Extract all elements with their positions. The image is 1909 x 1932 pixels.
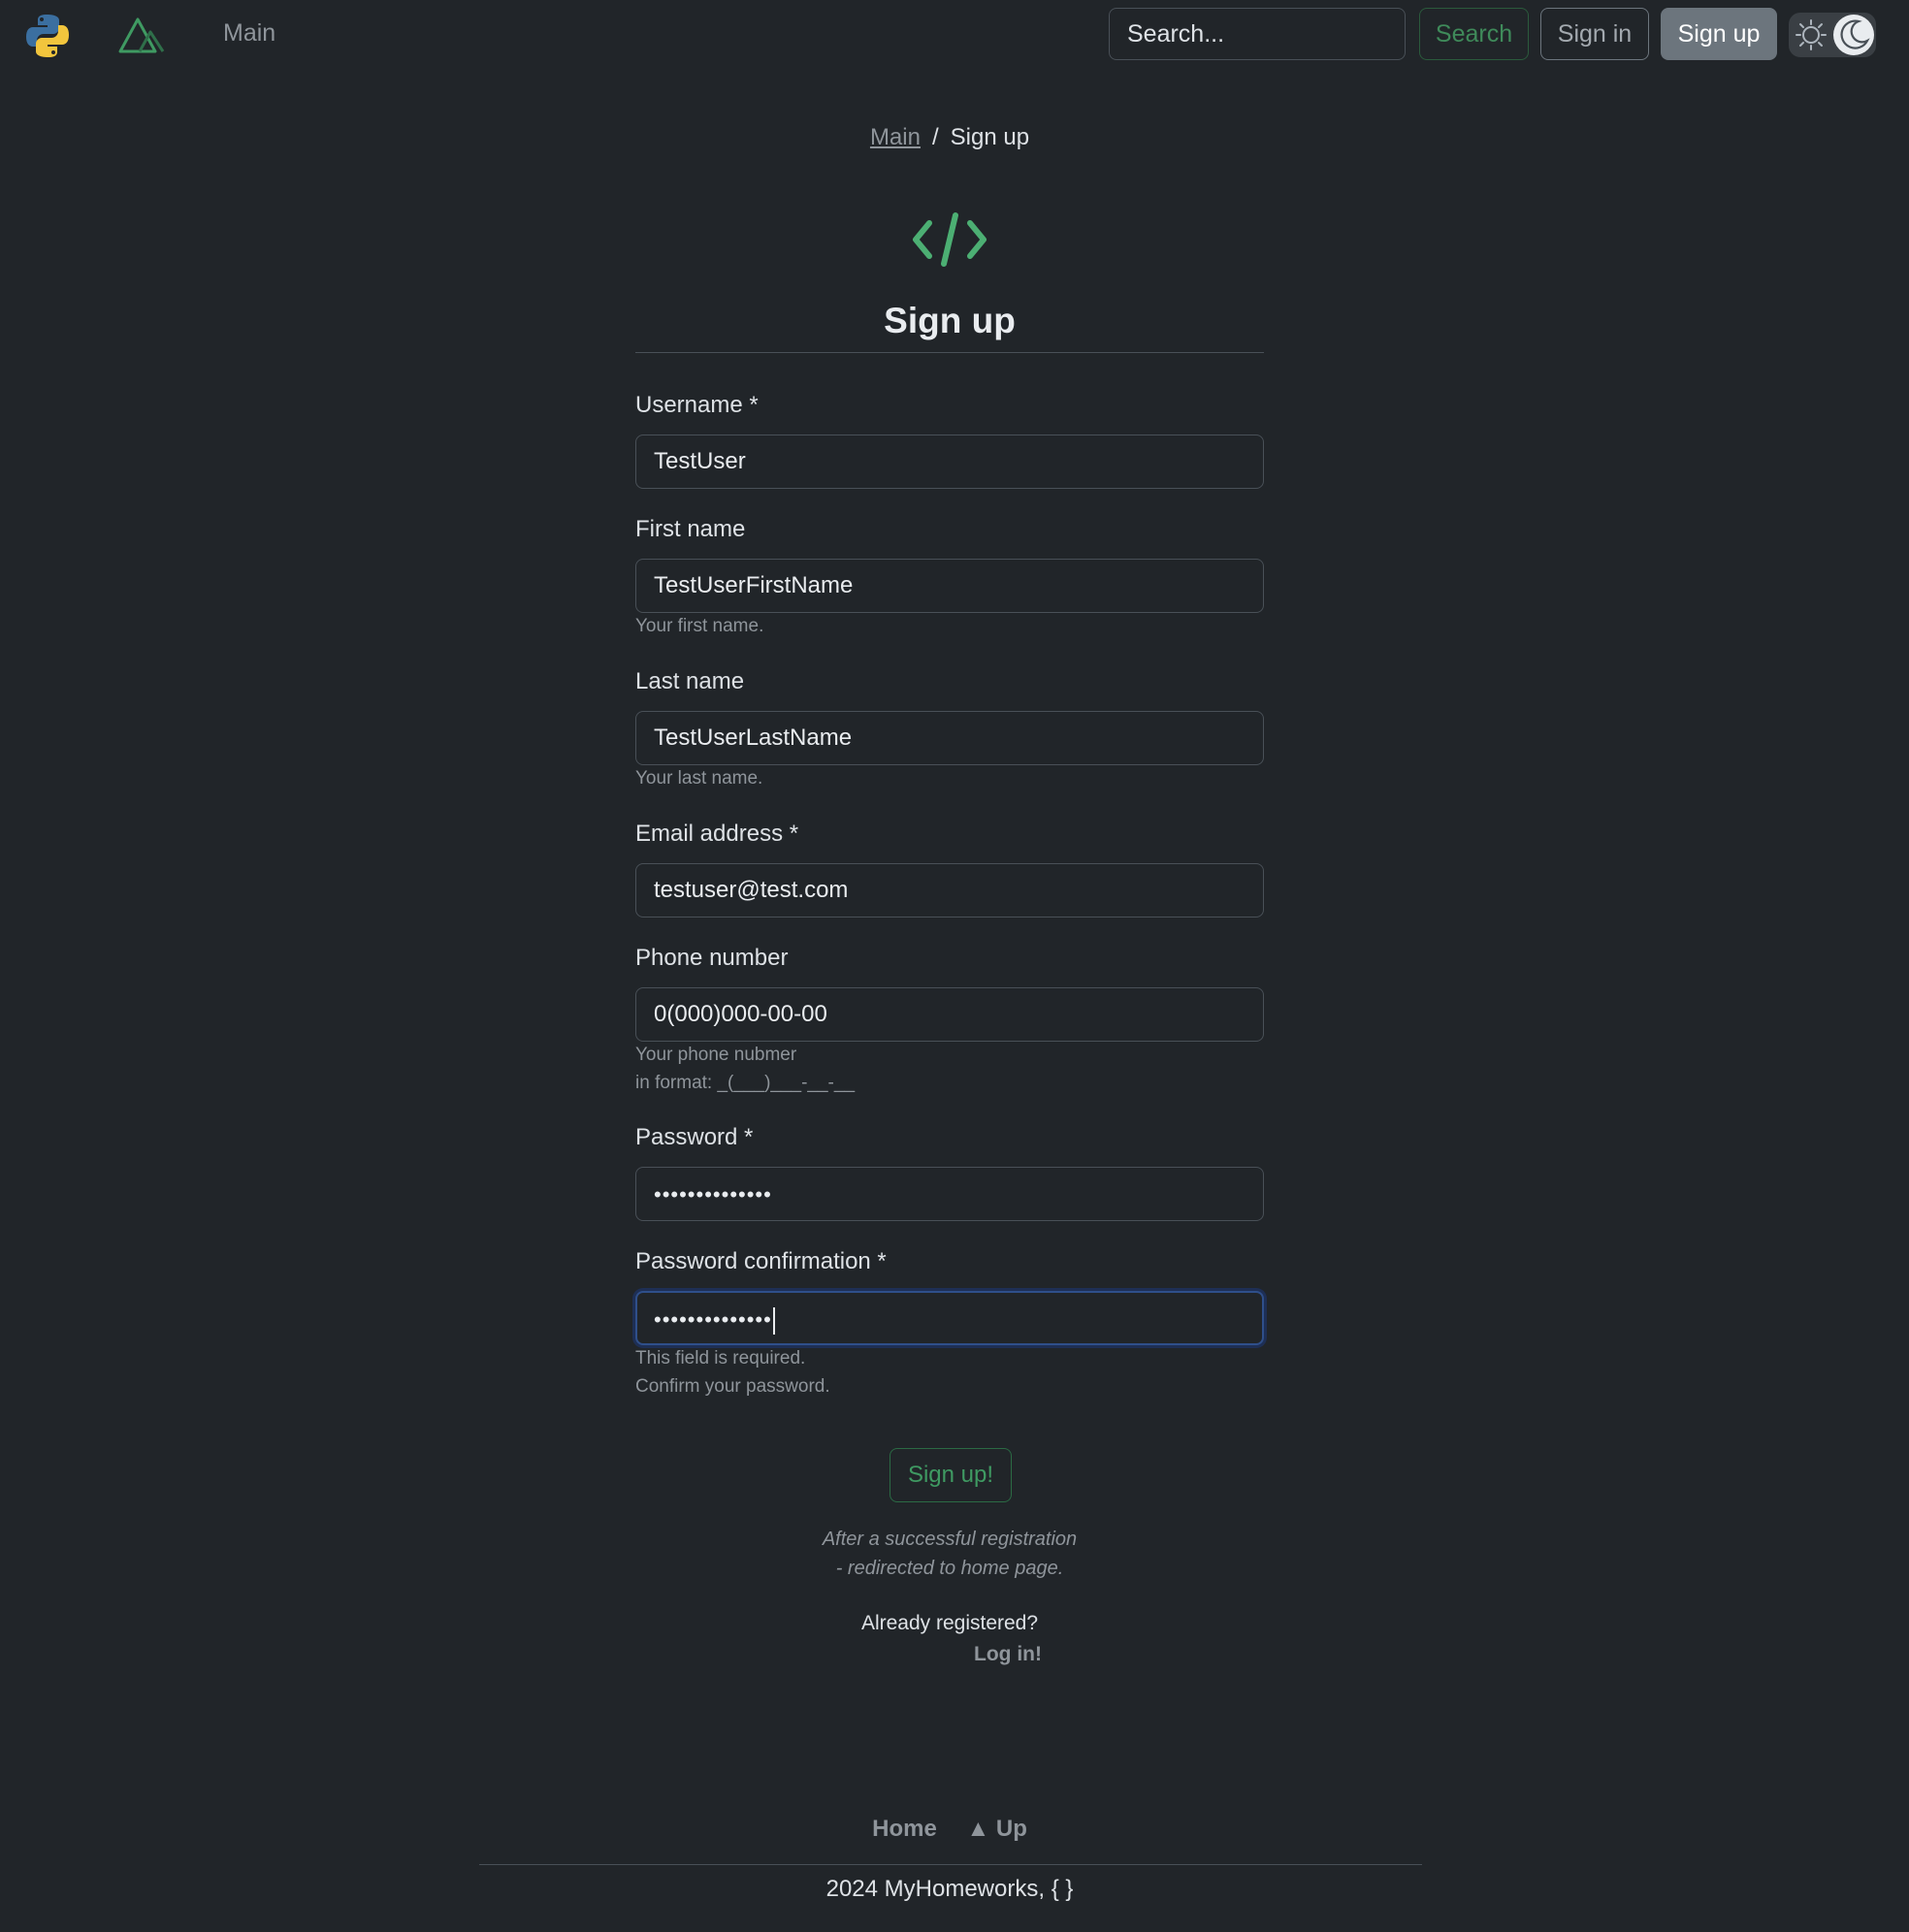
breadcrumb-main-link[interactable]: Main xyxy=(870,124,921,150)
navbar: Main Search Sign in Sign up xyxy=(0,0,1909,70)
nav-main-link[interactable]: Main xyxy=(223,19,275,48)
code-icon xyxy=(913,212,987,267)
username-field[interactable] xyxy=(635,435,1264,489)
password-label: Password * xyxy=(635,1124,754,1150)
search-input[interactable] xyxy=(1109,8,1406,60)
title-divider xyxy=(635,352,1264,353)
password-field[interactable]: •••••••••••••• xyxy=(635,1167,1264,1221)
already-registered-text: Already registered? xyxy=(860,1612,1039,1634)
breadcrumb: Main / Sign up xyxy=(0,124,1899,151)
mountain-logo-icon[interactable] xyxy=(118,16,165,54)
password-confirmation-field[interactable]: •••••••••••••• xyxy=(635,1291,1264,1345)
moon-button[interactable] xyxy=(1833,15,1874,55)
text-caret xyxy=(772,1307,775,1336)
phone-label: Phone number xyxy=(635,945,789,971)
search-button[interactable]: Search xyxy=(1419,8,1529,60)
registration-note: After a successful registration - redire… xyxy=(0,1525,1899,1583)
last-name-field[interactable] xyxy=(635,711,1264,765)
sign-in-button[interactable]: Sign in xyxy=(1540,8,1649,60)
first-name-label: First name xyxy=(635,516,746,542)
footer-home-link[interactable]: Home xyxy=(872,1816,937,1842)
footer-divider xyxy=(479,1864,1422,1865)
moon-icon xyxy=(1840,19,1870,49)
email-field[interactable] xyxy=(635,863,1264,918)
last-name-label: Last name xyxy=(635,668,745,694)
email-label: Email address * xyxy=(635,821,799,847)
sign-up-submit-button[interactable]: Sign up! xyxy=(890,1448,1012,1502)
breadcrumb-separator: / xyxy=(931,124,939,150)
breadcrumb-current: Sign up xyxy=(950,124,1030,150)
phone-help-line-2: in format: _(___)___-__-__ xyxy=(635,1073,856,1093)
first-name-field[interactable] xyxy=(635,559,1264,613)
password-confirmation-error: This field is required. xyxy=(635,1348,806,1368)
python-logo-icon[interactable] xyxy=(23,12,72,60)
page-title: Sign up xyxy=(884,301,1016,340)
theme-toggle[interactable] xyxy=(1789,13,1876,57)
registration-note-line-2: - redirected to home page. xyxy=(835,1558,1064,1579)
first-name-help: Your first name. xyxy=(635,616,764,636)
sun-icon[interactable] xyxy=(1795,18,1828,51)
last-name-help: Your last name. xyxy=(635,768,763,789)
copyright: 2024 MyHomeworks, { } xyxy=(825,1876,1074,1902)
password-confirmation-value: •••••••••••••• xyxy=(654,1307,772,1332)
footer-up-link[interactable]: ▲ Up xyxy=(966,1816,1026,1842)
password-value: •••••••••••••• xyxy=(654,1182,772,1207)
username-label: Username * xyxy=(635,392,759,418)
log-in-link[interactable]: Log in! xyxy=(974,1643,1042,1666)
password-confirmation-label: Password confirmation * xyxy=(635,1248,887,1274)
phone-help-line-1: Your phone nubmer xyxy=(635,1045,797,1065)
password-confirmation-help: Confirm your password. xyxy=(635,1376,830,1397)
registration-note-line-1: After a successful registration xyxy=(822,1529,1078,1550)
sign-up-nav-button[interactable]: Sign up xyxy=(1661,8,1777,60)
footer-nav: Home ▲ Up xyxy=(0,1816,1899,1843)
password-confirmation-value-wrap: •••••••••••••• xyxy=(654,1293,775,1347)
phone-field[interactable] xyxy=(635,987,1264,1042)
